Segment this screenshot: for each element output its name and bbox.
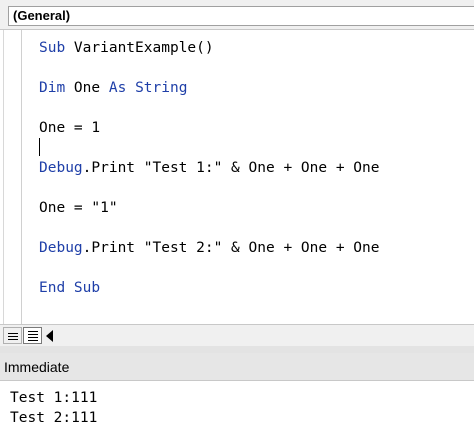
- code-line-2[interactable]: Dim One As String: [39, 77, 187, 99]
- immediate-output-line: Test 2:111: [10, 410, 98, 426]
- code-pane-bottom-bar: [0, 324, 474, 346]
- pane-splitter[interactable]: [0, 346, 474, 353]
- full-module-view-icon[interactable]: [23, 327, 42, 344]
- margin-indicator-bar[interactable]: [0, 30, 22, 324]
- code-line-4[interactable]: Debug.Print "Test 1:" & One + One + One: [39, 157, 379, 179]
- immediate-window[interactable]: Test 1:111 Test 2:111: [0, 382, 474, 433]
- code-line-6[interactable]: Debug.Print "Test 2:" & One + One + One: [39, 237, 379, 259]
- code-line-5[interactable]: One = "1": [39, 197, 118, 219]
- text-cursor: [39, 138, 40, 156]
- scroll-left-arrow-icon[interactable]: [46, 330, 53, 342]
- code-line-3[interactable]: One = 1: [39, 117, 100, 139]
- code-editor[interactable]: Sub VariantExample() Dim One As String O…: [0, 30, 474, 324]
- margin-divider: [3, 30, 4, 324]
- immediate-window-title: Immediate: [0, 353, 474, 381]
- procedure-view-icon[interactable]: [3, 327, 22, 344]
- horizontal-scrollbar[interactable]: [60, 327, 474, 344]
- code-line-1[interactable]: Sub VariantExample(): [39, 37, 214, 59]
- immediate-output-line: Test 1:111: [10, 390, 98, 406]
- object-combobox[interactable]: (General): [8, 6, 474, 26]
- code-line-7[interactable]: End Sub: [39, 277, 100, 299]
- code-window-header: (General): [0, 0, 474, 30]
